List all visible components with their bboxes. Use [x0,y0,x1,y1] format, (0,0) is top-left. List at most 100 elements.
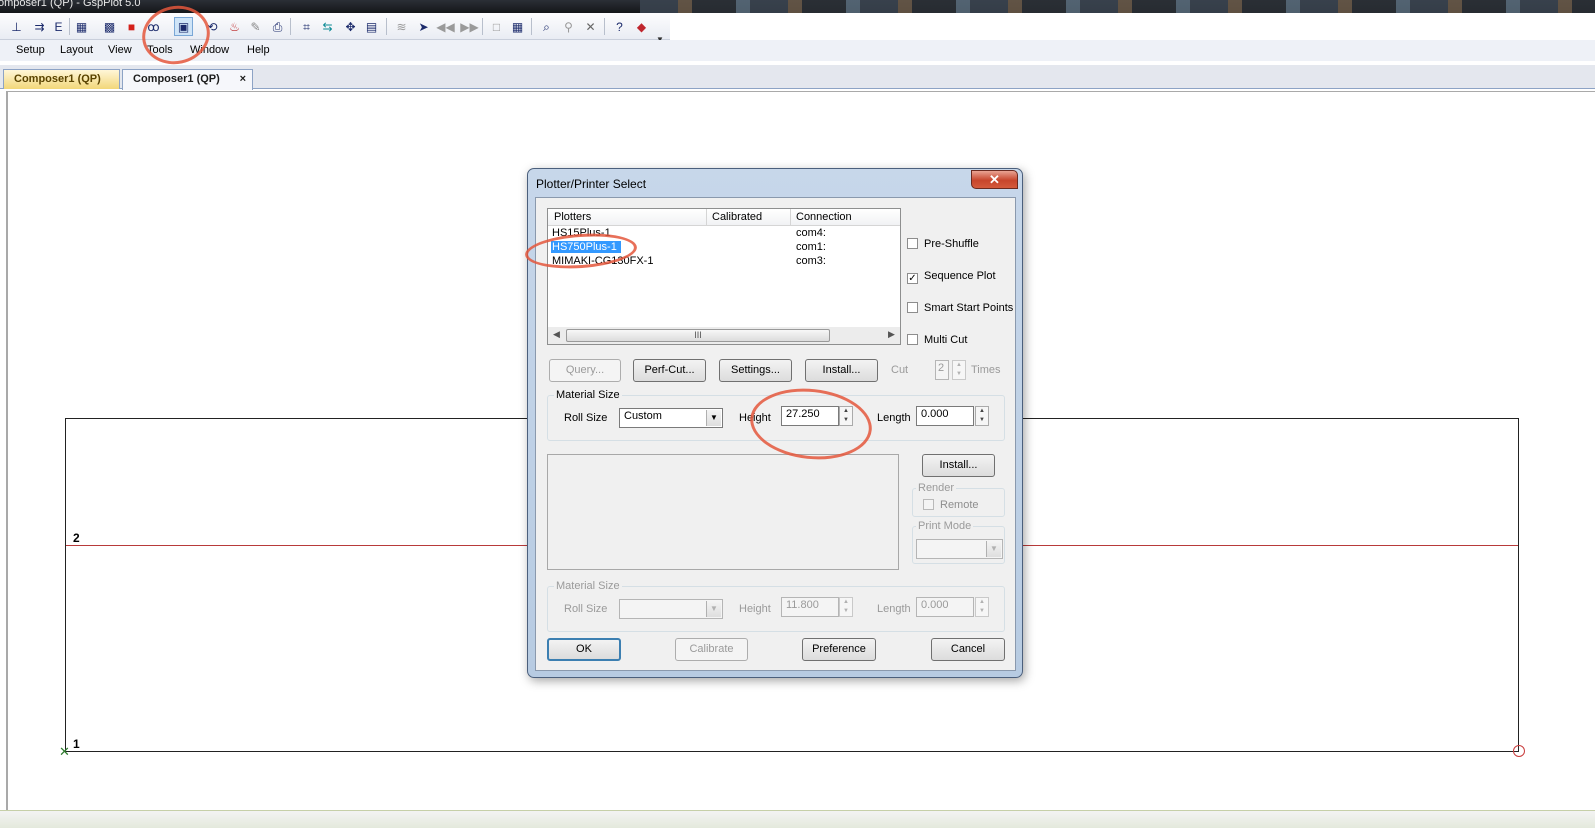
cancel-button[interactable]: Cancel [931,638,1005,661]
column-calibrated[interactable]: Calibrated [712,211,762,223]
tab-close-icon[interactable]: × [240,73,246,85]
tab-composer1-active[interactable]: Composer1 (QP) × [122,69,253,90]
pre-shuffle-checkbox[interactable]: Pre-Shuffle [907,238,979,250]
ok-button[interactable]: OK [547,638,621,661]
install-button[interactable]: Install... [805,359,878,382]
menu-view[interactable]: View [108,44,132,56]
layers-icon[interactable]: ≋ [392,17,411,36]
end-circle-icon [1513,745,1525,757]
print-mode-title: Print Mode [916,520,974,532]
install-button-2[interactable]: Install... [922,454,995,477]
length-spinner-2[interactable]: ▲ ▼ [975,597,989,617]
checkbox-label: Smart Start Points [924,302,1014,314]
checkbox-box[interactable] [907,334,918,345]
box-select-icon[interactable]: □ [487,17,506,36]
checkbox-label: Sequence Plot [924,270,996,282]
fill-color-icon[interactable]: ■ [122,17,141,36]
height-field-2[interactable]: 11.800 [781,597,839,617]
rewind-icon[interactable]: ◀◀ [436,17,455,36]
text-edit-icon[interactable]: E [49,17,68,36]
list-horizontal-scrollbar[interactable]: ◀ III ▶ [548,327,900,344]
frame-icon[interactable]: ▤ [362,17,381,36]
smart-start-points-checkbox[interactable]: Smart Start Points [907,302,1013,314]
list-header: Plotters Calibrated Connection [548,209,900,226]
toolbar-separator [69,18,70,35]
register-mark-icon[interactable]: ⇆ [318,17,337,36]
paint-icon[interactable]: ✎ [246,17,265,36]
dots-grid-icon[interactable]: ▩ [100,17,119,36]
checkbox-label: Remote [940,499,979,511]
roll-size-dropdown[interactable]: Custom ▼ [619,408,723,428]
plotter-list[interactable]: Plotters Calibrated Connection HS15Plus-… [547,208,901,345]
menu-setup[interactable]: Setup [16,44,45,56]
checkbox-box[interactable] [907,238,918,249]
menu-bar: Setup Layout View Tools Window Help [0,40,1595,61]
query-button[interactable]: Query... [549,359,621,382]
menu-help[interactable]: Help [247,44,270,56]
print-mode-dropdown[interactable]: ▼ [916,539,1003,559]
scroll-thumb[interactable]: III [566,329,830,342]
forward-icon[interactable]: ▶▶ [460,17,479,36]
height-spinner-2[interactable]: ▲ ▼ [839,597,853,617]
checkbox-box[interactable] [923,499,934,510]
scroll-grip: III [694,330,702,340]
preview-icon[interactable]: ⎙ [268,17,287,36]
chevron-down-icon[interactable]: ▼ [986,541,1001,557]
select-arrow-icon[interactable]: ➤ [414,17,433,36]
times-label: Times [971,364,1001,376]
zoom-icon[interactable]: ⌕ [537,17,556,36]
title-bar: omposer1 (QP) - GspPlot 5.0 [0,0,1595,13]
settings-button[interactable]: Settings... [719,359,792,382]
chevron-down-icon[interactable]: ▼ [706,601,721,617]
sequence-plot-checkbox[interactable]: ✓ Sequence Plot [907,270,996,284]
edge-label-2: 2 [73,531,80,545]
plot-setup-icon[interactable]: ⊥ [7,17,26,36]
multi-cut-checkbox[interactable]: Multi Cut [907,334,967,346]
tab-composer1-inactive[interactable]: Composer1 (QP) [3,69,120,89]
tab-label: Composer1 (QP) [14,73,101,85]
move-icon[interactable]: ✥ [341,17,360,36]
remote-checkbox[interactable]: Remote [923,499,979,511]
cross-tools-icon[interactable]: ✕ [581,17,600,36]
length-spinner[interactable]: ▲ ▼ [975,406,989,426]
toolbar-separator [290,18,291,35]
plotter-connection: com1: [796,241,826,253]
roll-size-dropdown-2[interactable]: ▼ [619,599,723,619]
cut-count-field[interactable]: 2 [935,360,949,380]
nest-icon[interactable]: ⇉ [30,17,49,36]
column-connection[interactable]: Connection [796,211,852,223]
length-label-2: Length [877,603,911,615]
length-field[interactable]: 0.000 [916,406,974,426]
calibrate-button[interactable]: Calibrate [675,638,748,661]
plotter-connection: com4: [796,227,826,239]
length-field-2[interactable]: 0.000 [916,597,974,617]
grid-icon[interactable]: ▦ [72,17,91,36]
scroll-left-icon[interactable]: ◀ [553,329,560,340]
tab-label: Composer1 (QP) [133,73,220,85]
dialog-close-button[interactable]: ✕ [971,170,1018,189]
checkbox-label: Multi Cut [924,334,968,346]
menu-layout[interactable]: Layout [60,44,93,56]
status-strip [0,810,1595,828]
perf-cut-button[interactable]: Perf-Cut... [633,359,706,382]
column-plotters[interactable]: Plotters [554,211,591,223]
help-pointer-icon[interactable]: ? [610,17,629,36]
toolbar-separator [531,18,532,35]
cut-count-spinner[interactable]: ▲ ▼ [952,360,966,380]
dialog-title: Plotter/Printer Select [536,177,647,191]
eraser-icon[interactable]: ◆ [632,17,651,36]
scroll-right-icon[interactable]: ▶ [888,329,895,340]
material-bottom-edge [65,751,1519,752]
length-label: Length [877,412,911,424]
check-icon[interactable]: ✓ [907,273,918,284]
path-icon[interactable]: ⚲ [559,17,578,36]
preference-button[interactable]: Preference [802,638,876,661]
mirror-icon[interactable]: ♨ [225,17,244,36]
checkbox-box[interactable] [907,302,918,313]
chevron-down-icon[interactable]: ▼ [706,410,721,426]
weed-border-icon[interactable]: ⌗ [297,17,316,36]
column-divider[interactable] [790,209,791,226]
column-divider[interactable] [706,209,707,226]
table-grid-icon[interactable]: ▦ [508,17,527,36]
toolbar-separator [386,18,387,35]
